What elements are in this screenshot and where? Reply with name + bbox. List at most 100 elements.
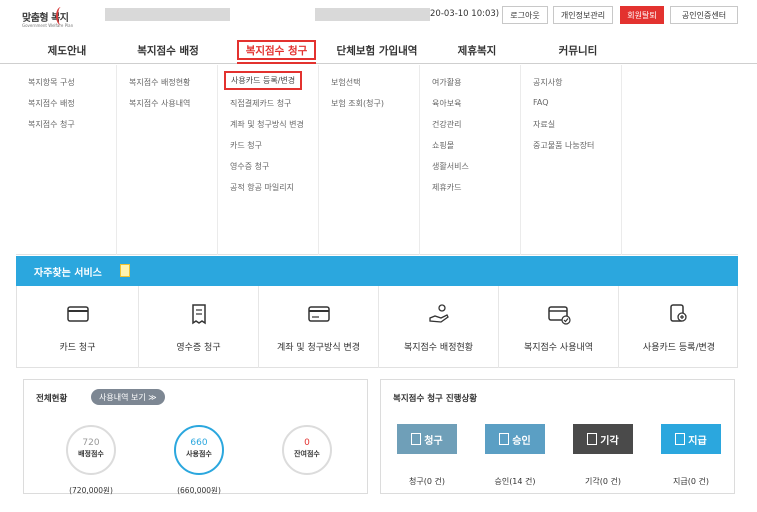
nav-points-claim[interactable]: 복지점수 청구 — [237, 40, 316, 64]
service-card-register[interactable]: 사용카드 등록/변경 — [619, 286, 739, 368]
step-label: 청구 — [424, 435, 443, 447]
step-caption: 승인(14 건) — [494, 477, 536, 486]
menu-col-assign: 복지점수 배정현황 복지점수 사용내역 — [117, 65, 218, 255]
claim-progress-panel: 복지점수 청구 진행상황 청구 청구(0 건) 승인 승인(14 건) 기각 기… — [380, 379, 735, 494]
nav-points-assign[interactable]: 복지점수 배정 — [118, 40, 218, 60]
menu-item[interactable]: 제휴카드 — [432, 182, 461, 193]
service-label: 카드 청구 — [59, 343, 96, 353]
main-nav: 제도안내 복지점수 배정 복지점수 청구 단체보험 가입내역 제휴복지 커뮤니티 — [0, 36, 757, 64]
view-history-button[interactable]: 사용내역 보기 ≫ — [91, 389, 165, 405]
assigned-points-caption: 배정점수 — [78, 450, 104, 458]
used-points-circle: 660 사용점수 — [174, 425, 224, 475]
bookmark-icon — [120, 264, 130, 277]
frequent-services-title: 자주찾는 서비스 — [34, 268, 102, 279]
menu-item-card-register[interactable]: 사용카드 등록/변경 — [224, 71, 303, 90]
step-rejected[interactable]: 기각 — [573, 424, 633, 454]
step-approved[interactable]: 승인 — [485, 424, 545, 454]
service-label: 복지점수 사용내역 — [523, 343, 594, 353]
step-caption: 지급(0 건) — [673, 477, 709, 486]
menu-item[interactable]: 카드 청구 — [230, 140, 262, 151]
privacy-settings-button[interactable]: 개인정보관리 — [553, 6, 613, 24]
menu-item[interactable]: 공적 항공 마일리지 — [230, 182, 294, 193]
service-label: 계좌 및 청구방식 변경 — [276, 343, 361, 353]
menu-item[interactable]: 자료실 — [533, 119, 555, 130]
frequent-services-header: 자주찾는 서비스 — [16, 256, 738, 286]
menu-item[interactable]: 육아보육 — [432, 98, 461, 109]
top-bar: 맞춤형 복지 Government Welfare Plan 20-03-10 … — [0, 0, 757, 36]
nav-group-insurance[interactable]: 단체보험 가입내역 — [328, 40, 426, 60]
assigned-amount: (720,000원) — [69, 486, 113, 495]
menu-item[interactable]: 복지점수 배정현황 — [129, 77, 190, 88]
menu-item[interactable]: 생활서비스 — [432, 161, 469, 172]
step-paid[interactable]: 지급 — [661, 424, 721, 454]
logo[interactable]: 맞춤형 복지 Government Welfare Plan — [22, 7, 92, 31]
menu-item[interactable]: 직접결제카드 청구 — [230, 98, 291, 109]
service-account-change[interactable]: 계좌 및 청구방식 변경 — [259, 286, 379, 368]
menu-item[interactable]: 공지사항 — [533, 77, 562, 88]
used-points-value: 660 — [190, 438, 208, 448]
menu-item[interactable]: FAQ — [533, 98, 549, 107]
remaining-points-caption: 잔여점수 — [294, 450, 320, 458]
mega-menu: 복지항목 구성 복지점수 배정 복지점수 청구 복지점수 배정현황 복지점수 사… — [16, 65, 738, 255]
card-check-icon — [547, 306, 571, 325]
service-points-usage[interactable]: 복지점수 사용내역 — [499, 286, 619, 368]
receipt-icon — [191, 304, 206, 325]
service-points-status[interactable]: 복지점수 배정현황 — [379, 286, 499, 368]
nav-community[interactable]: 커뮤니티 — [530, 40, 626, 60]
menu-item[interactable]: 건강관리 — [432, 119, 461, 130]
used-points-caption: 사용점수 — [186, 450, 212, 458]
service-card-claim[interactable]: 카드 청구 — [17, 286, 139, 368]
step-caption: 청구(0 건) — [409, 477, 445, 486]
step-label: 지급 — [688, 435, 707, 447]
menu-item[interactable]: 여가활용 — [432, 77, 461, 88]
logo-subtext: Government Welfare Plan — [22, 23, 74, 28]
service-label: 영수증 청구 — [176, 343, 221, 353]
card-register-icon — [670, 304, 687, 322]
step-label: 기각 — [600, 435, 619, 447]
menu-item[interactable]: 계좌 및 청구방식 변경 — [230, 119, 304, 130]
blurred-login-info — [315, 8, 430, 21]
assigned-points-circle: 720 배정점수 — [66, 425, 116, 475]
menu-col-claim: 사용카드 등록/변경 직접결제카드 청구 계좌 및 청구방식 변경 카드 청구 … — [218, 65, 319, 255]
remaining-points-circle: 0 잔여점수 — [282, 425, 332, 475]
menu-col-insurance: 보험선택 보험 조회(청구) — [319, 65, 420, 255]
menu-item[interactable]: 복지점수 청구 — [28, 119, 75, 130]
menu-item[interactable]: 중고물품 나눔장터 — [533, 140, 594, 151]
hand-coin-icon — [675, 433, 686, 445]
menu-col-community: 공지사항 FAQ 자료실 중고물품 나눔장터 — [521, 65, 622, 255]
assigned-points-value: 720 — [82, 438, 100, 448]
card-change-icon — [307, 306, 330, 322]
menu-item[interactable]: 복지항목 구성 — [28, 77, 75, 88]
step-claim[interactable]: 청구 — [397, 424, 457, 454]
used-amount: (660,000원) — [177, 486, 221, 495]
nav-guide[interactable]: 제도안내 — [22, 40, 112, 60]
document-icon — [411, 433, 422, 445]
remaining-points-value: 0 — [304, 438, 310, 448]
nav-partner-welfare[interactable]: 제휴복지 — [432, 40, 522, 60]
check-document-icon — [499, 433, 510, 445]
service-receipt-claim[interactable]: 영수증 청구 — [139, 286, 259, 368]
login-datetime: 20-03-10 10:03) — [430, 9, 500, 19]
menu-item[interactable]: 쇼핑몰 — [432, 140, 454, 151]
menu-item[interactable]: 복지점수 사용내역 — [129, 98, 190, 109]
card-icon — [66, 306, 89, 322]
menu-col-guide: 복지항목 구성 복지점수 배정 복지점수 청구 — [16, 65, 117, 255]
menu-item[interactable]: 복지점수 배정 — [28, 98, 75, 109]
service-label: 복지점수 배정현황 — [403, 343, 474, 353]
menu-col-partner: 여가활용 육아보육 건강관리 쇼핑몰 생활서비스 제휴카드 — [420, 65, 521, 255]
blurred-user-info — [105, 8, 230, 21]
cert-center-button[interactable]: 공인인증센터 — [670, 6, 738, 24]
claim-progress-title: 복지점수 청구 진행상황 — [393, 394, 478, 404]
step-caption: 기각(0 건) — [585, 477, 621, 486]
frequent-services: 카드 청구 영수증 청구 계좌 및 청구방식 변경 복지점수 배정현황 복지점수… — [16, 286, 738, 368]
menu-item[interactable]: 보험선택 — [331, 77, 360, 88]
step-label: 승인 — [512, 435, 531, 447]
menu-item[interactable]: 보험 조회(청구) — [331, 98, 384, 109]
hand-coin-icon — [428, 304, 449, 323]
withdraw-button[interactable]: 회원탈퇴 — [620, 6, 664, 24]
logout-button[interactable]: 로그아웃 — [502, 6, 548, 24]
warning-document-icon — [587, 433, 598, 445]
menu-item[interactable]: 영수증 청구 — [230, 161, 269, 172]
service-label: 사용카드 등록/변경 — [642, 343, 716, 353]
overall-status-title: 전체현황 — [36, 394, 68, 404]
